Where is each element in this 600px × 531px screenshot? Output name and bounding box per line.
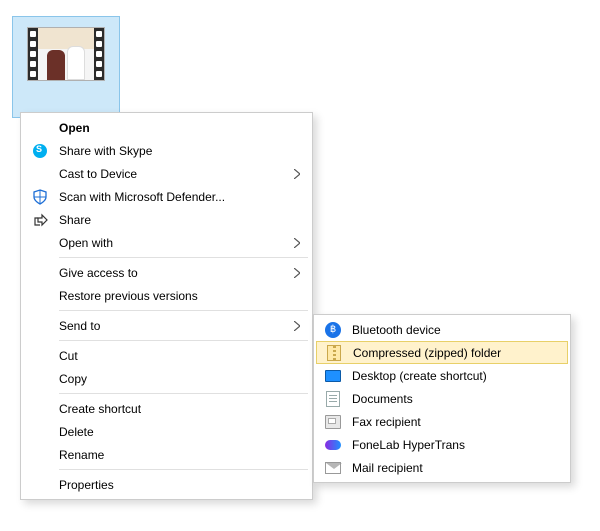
submenu-fonelab[interactable]: FoneLab HyperTrans	[316, 433, 568, 456]
documents-icon	[324, 390, 342, 408]
menu-copy[interactable]: Copy	[23, 367, 310, 390]
video-thumbnail	[27, 27, 105, 81]
file-tile[interactable]	[12, 16, 120, 118]
chevron-right-icon	[294, 321, 300, 331]
chevron-right-icon	[294, 169, 300, 179]
share-icon	[31, 211, 49, 229]
submenu-mail[interactable]: Mail recipient	[316, 456, 568, 479]
menu-cast[interactable]: Cast to Device	[23, 162, 310, 185]
fonelab-icon	[324, 436, 342, 454]
menu-separator	[59, 340, 308, 341]
menu-cast-label: Cast to Device	[59, 167, 137, 181]
menu-create-shortcut-label: Create shortcut	[59, 402, 141, 416]
menu-open-with-label: Open with	[59, 236, 113, 250]
menu-share-label: Share	[59, 213, 91, 227]
menu-restore-label: Restore previous versions	[59, 289, 198, 303]
menu-create-shortcut[interactable]: Create shortcut	[23, 397, 310, 420]
menu-open-label: Open	[59, 121, 90, 135]
menu-copy-label: Copy	[59, 372, 87, 386]
menu-properties[interactable]: Properties	[23, 473, 310, 496]
submenu-zipped[interactable]: Compressed (zipped) folder	[316, 341, 568, 364]
menu-open[interactable]: Open	[23, 116, 310, 139]
submenu-bluetooth[interactable]: ฿ Bluetooth device	[316, 318, 568, 341]
submenu-zipped-label: Compressed (zipped) folder	[353, 346, 501, 360]
shield-icon	[31, 188, 49, 206]
chevron-right-icon	[294, 238, 300, 248]
skype-icon	[31, 142, 49, 160]
bluetooth-icon: ฿	[324, 321, 342, 339]
menu-separator	[59, 310, 308, 311]
submenu-documents-label: Documents	[352, 392, 413, 406]
menu-cut[interactable]: Cut	[23, 344, 310, 367]
chevron-right-icon	[294, 268, 300, 278]
menu-delete[interactable]: Delete	[23, 420, 310, 443]
menu-rename-label: Rename	[59, 448, 104, 462]
submenu-desktop[interactable]: Desktop (create shortcut)	[316, 364, 568, 387]
menu-give-access[interactable]: Give access to	[23, 261, 310, 284]
menu-open-with[interactable]: Open with	[23, 231, 310, 254]
menu-defender[interactable]: Scan with Microsoft Defender...	[23, 185, 310, 208]
send-to-submenu: ฿ Bluetooth device Compressed (zipped) f…	[313, 314, 571, 483]
zip-icon	[325, 344, 343, 362]
fax-icon	[324, 413, 342, 431]
menu-give-access-label: Give access to	[59, 266, 138, 280]
mail-icon	[324, 459, 342, 477]
submenu-desktop-label: Desktop (create shortcut)	[352, 369, 487, 383]
menu-share-skype[interactable]: Share with Skype	[23, 139, 310, 162]
menu-delete-label: Delete	[59, 425, 94, 439]
menu-separator	[59, 257, 308, 258]
menu-share[interactable]: Share	[23, 208, 310, 231]
menu-properties-label: Properties	[59, 478, 114, 492]
submenu-mail-label: Mail recipient	[352, 461, 423, 475]
film-strip-right	[94, 28, 104, 80]
menu-separator	[59, 393, 308, 394]
menu-separator	[59, 469, 308, 470]
submenu-fax-label: Fax recipient	[352, 415, 421, 429]
menu-send-to-label: Send to	[59, 319, 100, 333]
context-menu: Open Share with Skype Cast to Device Sca…	[20, 112, 313, 500]
submenu-bluetooth-label: Bluetooth device	[352, 323, 441, 337]
desktop-icon	[324, 367, 342, 385]
menu-defender-label: Scan with Microsoft Defender...	[59, 190, 225, 204]
menu-restore[interactable]: Restore previous versions	[23, 284, 310, 307]
menu-send-to[interactable]: Send to	[23, 314, 310, 337]
submenu-fonelab-label: FoneLab HyperTrans	[352, 438, 465, 452]
menu-share-skype-label: Share with Skype	[59, 144, 152, 158]
submenu-fax[interactable]: Fax recipient	[316, 410, 568, 433]
thumbnail-content	[38, 28, 94, 80]
submenu-documents[interactable]: Documents	[316, 387, 568, 410]
menu-cut-label: Cut	[59, 349, 78, 363]
menu-rename[interactable]: Rename	[23, 443, 310, 466]
film-strip-left	[28, 28, 38, 80]
